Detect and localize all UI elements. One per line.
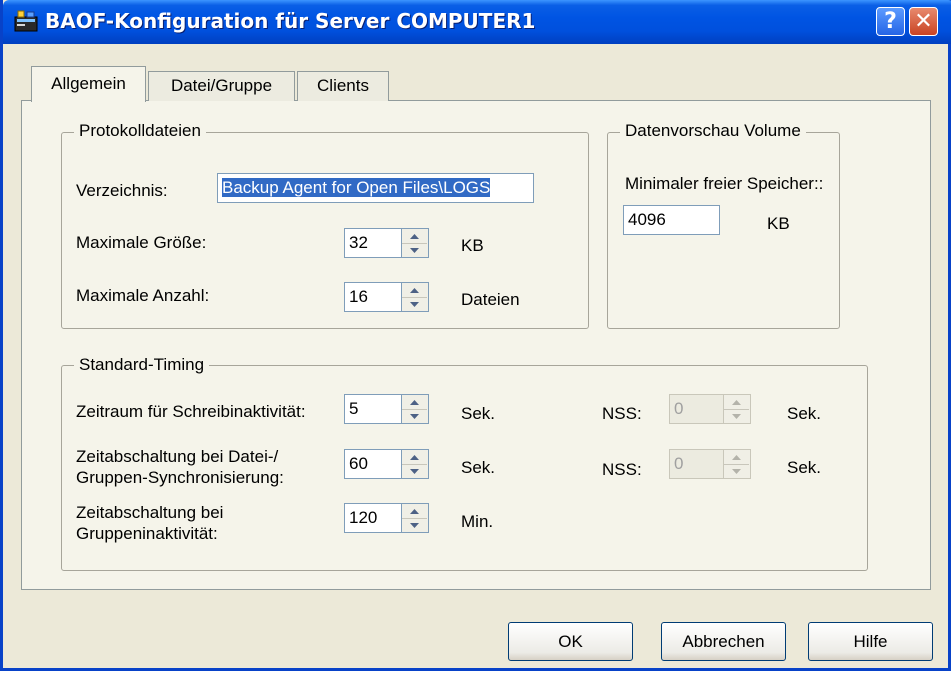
help-title-button[interactable]: ? <box>876 7 905 36</box>
window-title: BAOF-Konfiguration für Server COMPUTER1 <box>45 9 536 33</box>
schreibinaktivitaet-unit: Sek. <box>461 404 496 423</box>
spin-up-icon[interactable] <box>402 229 427 244</box>
spin-up-icon[interactable] <box>402 395 427 410</box>
synchronisierung-input[interactable]: 60 <box>344 449 402 479</box>
synchronisierung-spinner[interactable] <box>402 449 429 479</box>
dialog-bottom-border <box>0 668 951 671</box>
ok-button[interactable]: OK <box>508 622 633 661</box>
nss2-label: NSS: <box>602 460 642 479</box>
spin-up-icon <box>724 450 749 465</box>
tab-clients[interactable]: Clients <box>297 71 389 101</box>
spin-up-icon[interactable] <box>402 504 427 519</box>
max-groesse-input[interactable]: 32 <box>344 228 402 258</box>
title-bar[interactable]: BAOF-Konfiguration für Server COMPUTER1 … <box>3 0 951 44</box>
min-speicher-input[interactable]: 4096 <box>623 205 720 235</box>
nss2-input: 0 <box>669 449 724 479</box>
max-groesse-label: Maximale Größe: <box>76 233 207 252</box>
gruppeninaktivitaet-unit: Min. <box>461 512 494 531</box>
close-button[interactable]: ✕ <box>909 7 938 36</box>
spin-down-icon[interactable] <box>402 518 427 532</box>
synchronisierung-unit: Sek. <box>461 458 496 477</box>
tab-allgemein[interactable]: Allgemein <box>31 66 146 102</box>
schreibinaktivitaet-label: Zeitraum für Schreibinaktivität: <box>76 402 306 421</box>
synchronisierung-label-1: Zeitabschaltung bei Datei-/ <box>76 447 279 466</box>
spin-up-icon[interactable] <box>402 450 427 465</box>
app-icon <box>14 10 38 32</box>
gruppeninaktivitaet-label-2: Gruppeninaktivität: <box>76 524 218 543</box>
spin-down-icon[interactable] <box>402 409 427 423</box>
protokolldateien-title: Protokolldateien <box>74 121 206 141</box>
verzeichnis-label: Verzeichnis: <box>76 181 168 200</box>
max-anzahl-unit: Dateien <box>461 290 520 309</box>
min-speicher-label: Minimaler freier Speicher:: <box>625 174 824 193</box>
nss2-unit: Sek. <box>787 458 822 477</box>
max-anzahl-input[interactable]: 16 <box>344 282 402 312</box>
nss1-input: 0 <box>669 394 724 424</box>
max-anzahl-spinner[interactable] <box>402 282 429 312</box>
spin-down-icon[interactable] <box>402 464 427 478</box>
nss1-spinner <box>724 394 751 424</box>
cancel-button[interactable]: Abbrechen <box>661 622 786 661</box>
gruppeninaktivitaet-label-1: Zeitabschaltung bei <box>76 503 224 522</box>
schreibinaktivitaet-spinner[interactable] <box>402 394 429 424</box>
nss2-spinner <box>724 449 751 479</box>
help-button[interactable]: Hilfe <box>808 622 933 661</box>
max-anzahl-label: Maximale Anzahl: <box>76 286 210 305</box>
spin-up-icon <box>724 395 749 410</box>
spin-down-icon[interactable] <box>402 297 427 311</box>
spin-down-icon <box>724 409 749 423</box>
tab-datei-gruppe[interactable]: Datei/Gruppe <box>148 71 295 101</box>
nss1-label: NSS: <box>602 404 642 423</box>
min-speicher-unit: KB <box>767 214 790 233</box>
spin-down-icon[interactable] <box>402 243 427 257</box>
max-groesse-unit: KB <box>461 236 484 255</box>
synchronisierung-label-2: Gruppen-Synchronisierung: <box>76 468 284 487</box>
verzeichnis-input[interactable]: Backup Agent for Open Files\LOGS <box>217 173 534 203</box>
max-groesse-spinner[interactable] <box>402 228 429 258</box>
spin-down-icon <box>724 464 749 478</box>
nss1-unit: Sek. <box>787 404 822 423</box>
standard-timing-title: Standard-Timing <box>74 355 210 375</box>
dialog-window: BAOF-Konfiguration für Server COMPUTER1 … <box>0 0 951 671</box>
gruppeninaktivitaet-input[interactable]: 120 <box>344 503 402 533</box>
spin-up-icon[interactable] <box>402 283 427 298</box>
gruppeninaktivitaet-spinner[interactable] <box>402 503 429 533</box>
datenvorschau-title: Datenvorschau Volume <box>620 121 806 141</box>
schreibinaktivitaet-input[interactable]: 5 <box>344 394 402 424</box>
